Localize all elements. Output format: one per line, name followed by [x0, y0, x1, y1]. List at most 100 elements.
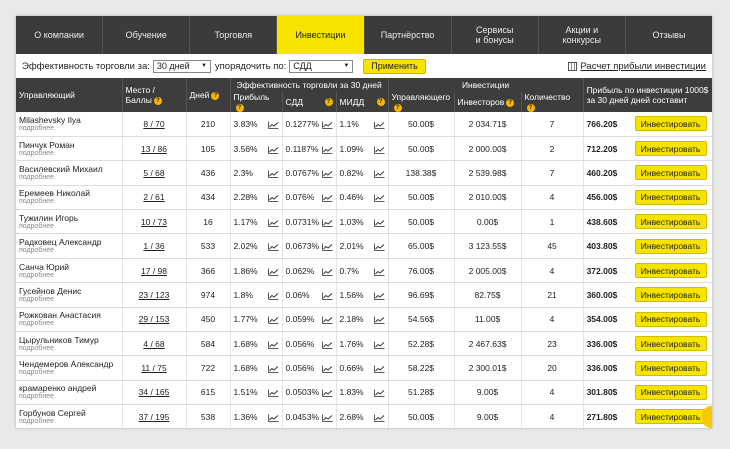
- invest-button[interactable]: Инвестировать: [634, 165, 707, 181]
- help-icon[interactable]: ?: [235, 103, 244, 112]
- manager-name[interactable]: Цырульников Тимур: [19, 335, 119, 345]
- chart-icon[interactable]: [321, 316, 333, 325]
- chart-icon[interactable]: [373, 219, 385, 227]
- chart-icon[interactable]: [373, 389, 385, 398]
- help-icon[interactable]: ?: [526, 103, 535, 112]
- help-icon[interactable]: ?: [376, 98, 385, 106]
- manager-name[interactable]: Василевский Михаил: [19, 164, 119, 174]
- more-link[interactable]: подробнее: [19, 296, 119, 304]
- nav-item-6[interactable]: Акции и конкурсы: [539, 16, 626, 54]
- help-icon[interactable]: ?: [393, 103, 402, 112]
- manager-name[interactable]: Гусейнов Денис: [19, 286, 119, 296]
- chart-icon[interactable]: [321, 341, 333, 349]
- manager-name[interactable]: Тужилин Игорь: [19, 213, 119, 223]
- manager-name[interactable]: Горбунов Сергей: [19, 408, 119, 418]
- chart-icon[interactable]: [321, 219, 333, 227]
- chart-icon[interactable]: [373, 414, 385, 422]
- more-link[interactable]: подробнее: [19, 223, 119, 231]
- apply-button[interactable]: Применить: [363, 58, 426, 74]
- chart-icon[interactable]: [267, 194, 279, 203]
- manager-name[interactable]: Санча Юрий: [19, 262, 119, 272]
- chat-bubble-icon[interactable]: [702, 406, 712, 428]
- help-icon[interactable]: ?: [153, 96, 162, 105]
- chart-icon[interactable]: [267, 341, 279, 349]
- chart-icon[interactable]: [373, 146, 385, 154]
- more-link[interactable]: подробнее: [19, 393, 119, 401]
- invest-button[interactable]: Инвестировать: [634, 189, 707, 205]
- chart-icon[interactable]: [321, 268, 333, 276]
- order-select[interactable]: СДД ▼: [289, 59, 354, 73]
- manager-name[interactable]: Milashevsky Ilya: [19, 115, 119, 125]
- rank-link[interactable]: 8 / 70: [143, 119, 164, 129]
- more-link[interactable]: подробнее: [19, 174, 119, 182]
- chart-icon[interactable]: [373, 243, 385, 252]
- rank-link[interactable]: 29 / 153: [139, 314, 170, 324]
- manager-name[interactable]: Еремеев Николай: [19, 188, 119, 198]
- invest-button[interactable]: Инвестировать: [634, 287, 707, 303]
- nav-item-7[interactable]: Отзывы: [626, 16, 712, 54]
- chart-icon[interactable]: [267, 389, 279, 398]
- more-link[interactable]: подробнее: [19, 320, 119, 328]
- rank-link[interactable]: 37 / 195: [139, 412, 170, 422]
- nav-item-3[interactable]: Инвестиции: [277, 16, 365, 54]
- chart-icon[interactable]: [267, 146, 279, 154]
- more-link[interactable]: подробнее: [19, 150, 119, 158]
- chart-icon[interactable]: [321, 414, 333, 422]
- chart-icon[interactable]: [267, 170, 279, 178]
- nav-item-5[interactable]: Сервисы и бонусы: [452, 16, 539, 54]
- manager-name[interactable]: Радковец Александр: [19, 237, 119, 247]
- calc-profit-link[interactable]: Расчет прибыли инвестиции: [580, 61, 706, 72]
- chart-icon[interactable]: [373, 121, 385, 129]
- chart-icon[interactable]: [267, 268, 279, 276]
- chart-icon[interactable]: [373, 316, 385, 325]
- chart-icon[interactable]: [373, 292, 385, 300]
- invest-button[interactable]: Инвестировать: [634, 263, 707, 279]
- chart-icon[interactable]: [373, 341, 385, 349]
- help-icon[interactable]: ?: [211, 91, 220, 100]
- calc-profit[interactable]: Расчет прибыли инвестиции: [568, 61, 706, 72]
- manager-name[interactable]: Пинчук Роман: [19, 140, 119, 150]
- chart-icon[interactable]: [267, 292, 279, 300]
- nav-item-4[interactable]: Партнёрство: [365, 16, 452, 54]
- chart-icon[interactable]: [373, 365, 385, 373]
- chart-icon[interactable]: [267, 365, 279, 373]
- invest-button[interactable]: Инвестировать: [634, 116, 707, 132]
- more-link[interactable]: подробнее: [19, 198, 119, 206]
- invest-button[interactable]: Инвестировать: [634, 360, 707, 376]
- more-link[interactable]: подробнее: [19, 369, 119, 377]
- manager-name[interactable]: Чендемеров Александр: [19, 359, 119, 369]
- chart-icon[interactable]: [267, 121, 279, 129]
- more-link[interactable]: подробнее: [19, 125, 119, 133]
- chart-icon[interactable]: [321, 170, 333, 178]
- rank-link[interactable]: 23 / 123: [139, 290, 170, 300]
- manager-name[interactable]: крамаренко андрей: [19, 383, 119, 393]
- nav-item-1[interactable]: Обучение: [103, 16, 191, 54]
- chart-icon[interactable]: [321, 243, 333, 252]
- period-select[interactable]: 30 дней ▼: [152, 59, 211, 73]
- chart-icon[interactable]: [373, 268, 385, 276]
- rank-link[interactable]: 17 / 98: [141, 266, 167, 276]
- rank-link[interactable]: 13 / 86: [141, 144, 167, 154]
- chart-icon[interactable]: [321, 365, 333, 373]
- more-link[interactable]: подробнее: [19, 418, 119, 426]
- chart-icon[interactable]: [321, 292, 333, 300]
- more-link[interactable]: подробнее: [19, 247, 119, 255]
- more-link[interactable]: подробнее: [19, 345, 119, 353]
- chart-icon[interactable]: [373, 194, 385, 203]
- more-link[interactable]: подробнее: [19, 272, 119, 280]
- invest-button[interactable]: Инвестировать: [634, 409, 707, 425]
- rank-link[interactable]: 34 / 165: [139, 387, 170, 397]
- chart-icon[interactable]: [321, 121, 333, 129]
- rank-link[interactable]: 10 / 73: [141, 217, 167, 227]
- chart-icon[interactable]: [373, 170, 385, 178]
- chart-icon[interactable]: [321, 146, 333, 154]
- invest-button[interactable]: Инвестировать: [634, 238, 707, 254]
- invest-button[interactable]: Инвестировать: [634, 214, 707, 230]
- rank-link[interactable]: 1 / 36: [143, 241, 164, 251]
- nav-item-2[interactable]: Торговля: [190, 16, 278, 54]
- chart-icon[interactable]: [321, 389, 333, 398]
- help-icon[interactable]: ?: [324, 98, 333, 106]
- invest-button[interactable]: Инвестировать: [634, 311, 707, 327]
- invest-button[interactable]: Инвестировать: [634, 384, 707, 400]
- chart-icon[interactable]: [267, 414, 279, 422]
